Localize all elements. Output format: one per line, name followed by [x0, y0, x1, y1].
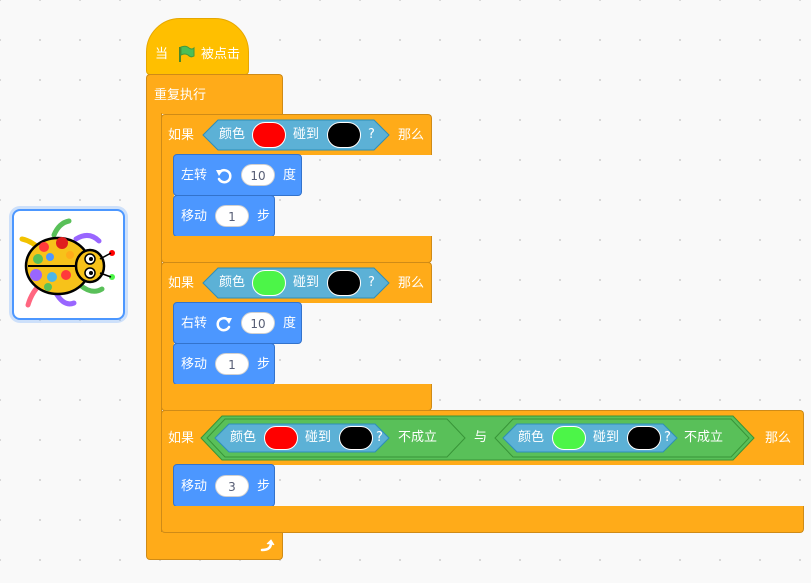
question-mark: ?	[368, 275, 375, 290]
move-steps-input[interactable]: 1	[215, 353, 249, 375]
forever-label: 重复执行	[154, 88, 207, 103]
degree-unit-label: 度	[283, 316, 297, 331]
color-swatch-1[interactable]	[552, 426, 586, 450]
color-label: 颜色	[219, 127, 246, 142]
question-mark: ?	[664, 430, 671, 445]
touch-label: 碰到	[305, 430, 332, 445]
not-label: 不成立	[684, 430, 724, 445]
hat-when-label: 当	[155, 47, 169, 62]
then-label: 那么	[765, 431, 792, 446]
forever-bottom	[146, 532, 283, 560]
touching-color-condition-2[interactable]: 颜色 碰到 ?	[202, 267, 390, 299]
turn-degrees-input[interactable]: 10	[241, 164, 275, 186]
if-2-bottom	[161, 384, 432, 411]
step-unit-label: 步	[257, 479, 271, 494]
move-steps-block[interactable]: 移动 3 步	[173, 464, 275, 507]
color-label: 颜色	[219, 275, 246, 290]
if-block-1[interactable]: 如果 颜色 碰到 ? 那么	[161, 114, 432, 155]
then-label: 那么	[398, 276, 425, 291]
turn-right-label: 右转	[181, 316, 208, 331]
degree-unit-label: 度	[283, 168, 297, 183]
color-swatch-1[interactable]	[252, 122, 286, 148]
not-operator-left[interactable]: 颜色 碰到 ? 不成立	[206, 418, 466, 458]
forever-arm	[146, 113, 162, 533]
touching-color-condition-1[interactable]: 颜色 碰到 ?	[202, 119, 390, 151]
move-steps-block[interactable]: 移动 1 步	[173, 195, 275, 237]
rotate-right-icon	[216, 316, 232, 332]
color-swatch-2[interactable]	[327, 122, 361, 148]
and-label: 与	[474, 430, 488, 445]
if-3-bottom	[161, 506, 804, 533]
turn-degrees-input[interactable]: 10	[241, 312, 275, 334]
step-unit-label: 步	[257, 357, 271, 372]
hat-clicked-label: 被点击	[201, 47, 241, 62]
move-steps-input[interactable]: 1	[215, 205, 249, 227]
turn-left-label: 左转	[181, 168, 208, 183]
color-swatch-1[interactable]	[252, 270, 286, 296]
question-mark: ?	[368, 127, 375, 142]
ladybug-sprite-icon	[19, 218, 115, 308]
if-label: 如果	[168, 128, 195, 143]
color-swatch-2[interactable]	[339, 426, 373, 450]
if-block-3[interactable]: 如果 颜色 碰到 ? 不成立 与 颜色 碰到 ? 不成立 那么	[161, 410, 804, 465]
step-unit-label: 步	[257, 209, 271, 224]
touching-color-condition-right[interactable]: 颜色 碰到 ?	[502, 423, 678, 453]
color-swatch-2[interactable]	[327, 270, 361, 296]
rotate-left-icon	[216, 168, 232, 184]
if-label: 如果	[168, 276, 195, 291]
forever-block[interactable]: 重复执行	[146, 74, 283, 114]
if-block-2[interactable]: 如果 颜色 碰到 ? 那么	[161, 262, 432, 303]
move-label: 移动	[181, 357, 208, 372]
color-label: 颜色	[518, 430, 545, 445]
touch-label: 碰到	[593, 430, 620, 445]
question-mark: ?	[376, 430, 383, 445]
color-swatch-1[interactable]	[264, 426, 298, 450]
green-flag-icon	[179, 45, 195, 62]
move-steps-block[interactable]: 移动 1 步	[173, 343, 275, 385]
and-operator[interactable]: 颜色 碰到 ? 不成立 与 颜色 碰到 ? 不成立	[200, 415, 755, 461]
touch-label: 碰到	[293, 127, 320, 142]
color-label: 颜色	[230, 430, 257, 445]
move-label: 移动	[181, 479, 208, 494]
turn-left-block[interactable]: 左转 10 度	[173, 154, 302, 196]
not-operator-right[interactable]: 颜色 碰到 ? 不成立	[494, 418, 750, 458]
if-label: 如果	[168, 431, 195, 446]
move-label: 移动	[181, 209, 208, 224]
touching-color-condition-left[interactable]: 颜色 碰到 ?	[214, 423, 390, 453]
move-steps-input[interactable]: 3	[215, 475, 249, 497]
touch-label: 碰到	[293, 275, 320, 290]
when-flag-clicked-hat-block[interactable]: 当 被点击	[146, 18, 249, 75]
then-label: 那么	[398, 128, 425, 143]
turn-right-block[interactable]: 右转 10 度	[173, 302, 302, 344]
color-swatch-2[interactable]	[627, 426, 661, 450]
if-1-bottom	[161, 236, 432, 263]
sprite-thumbnail[interactable]	[12, 209, 125, 320]
loop-arrow-icon	[260, 539, 275, 552]
not-label: 不成立	[398, 430, 438, 445]
